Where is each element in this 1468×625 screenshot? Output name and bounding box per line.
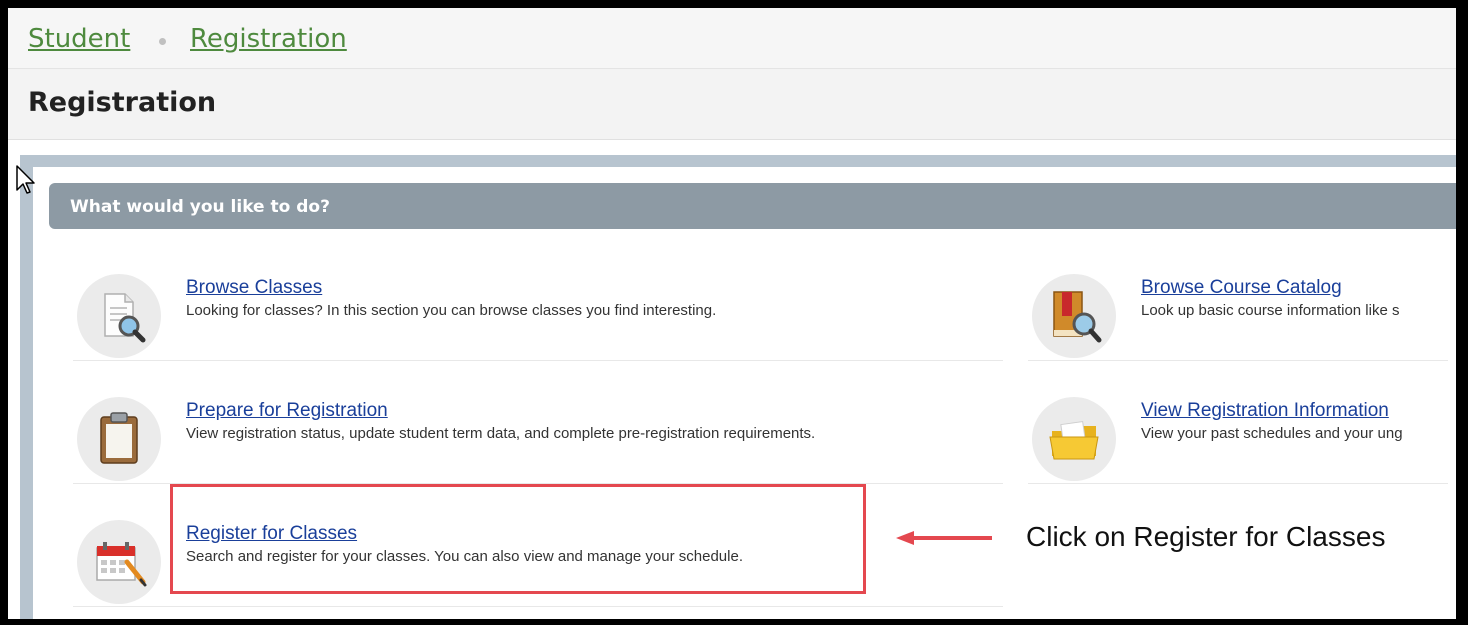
option-browse-classes[interactable]: Browse Classes Looking for classes? In t… [73, 260, 1003, 361]
breadcrumb: Student Registration [8, 8, 1456, 69]
option-browse-course-catalog[interactable]: Browse Course Catalog Look up basic cour… [1028, 260, 1448, 361]
annotation-callout: Click on Register for Classes [1026, 521, 1386, 552]
calendar-pencil-icon [77, 520, 161, 604]
arrow-left-icon [896, 531, 992, 545]
prepare-for-registration-description: View registration status, update student… [186, 425, 816, 442]
prepare-for-registration-link[interactable]: Prepare for Registration [186, 400, 388, 422]
view-registration-information-link[interactable]: View Registration Information [1141, 400, 1389, 422]
option-view-registration-information[interactable]: View Registration Information View your … [1028, 383, 1448, 484]
section-header: What would you like to do? [49, 183, 1456, 229]
browse-classes-description: Looking for classes? In this section you… [186, 302, 717, 319]
browse-course-catalog-link[interactable]: Browse Course Catalog [1141, 277, 1342, 299]
highlight-box [170, 484, 866, 594]
breadcrumb-registration-link[interactable]: Registration [190, 24, 347, 54]
title-bar: Registration [8, 69, 1456, 140]
page-title: Registration [28, 87, 217, 118]
section-title: What would you like to do? [70, 197, 330, 217]
clipboard-icon [77, 397, 161, 481]
app-frame: Student Registration Registration What w… [8, 8, 1456, 619]
mouse-cursor-icon [16, 165, 35, 194]
browse-classes-link[interactable]: Browse Classes [186, 277, 322, 299]
view-registration-information-description: View your past schedules and your ung [1141, 425, 1403, 442]
breadcrumb-separator [159, 38, 166, 45]
magnifier-document-icon [77, 274, 161, 358]
option-prepare-for-registration[interactable]: Prepare for Registration View registrati… [73, 383, 1003, 484]
browse-course-catalog-description: Look up basic course information like s [1141, 302, 1400, 319]
breadcrumb-student-link[interactable]: Student [28, 24, 130, 54]
book-search-icon [1032, 274, 1116, 358]
folder-icon [1032, 397, 1116, 481]
